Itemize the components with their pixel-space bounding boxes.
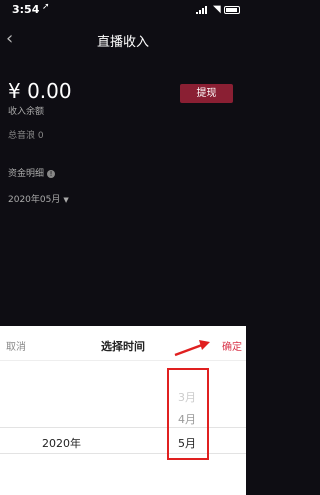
location-arrow-icon: ➚ — [42, 2, 50, 12]
annotation-highlight-box — [167, 368, 209, 460]
total-sound-waves: 总音浪 0 — [8, 131, 44, 141]
confirm-button[interactable]: 确定 — [222, 338, 242, 353]
fund-details-label: 资金明细! — [8, 166, 56, 179]
caret-down-icon: ▼ — [63, 196, 69, 204]
battery-icon — [224, 6, 240, 14]
page-title: 直播收入 — [96, 35, 149, 50]
balance-amount: ¥ 0.00 — [8, 79, 72, 103]
fund-details-text: 资金明细 — [8, 169, 45, 179]
month-filter-value: 2020年05月 — [8, 195, 61, 205]
signal-icon — [196, 6, 210, 14]
balance-label: 收入余额 — [8, 107, 45, 117]
status-time: 3:54 — [12, 3, 40, 16]
info-icon[interactable]: ! — [47, 169, 56, 178]
month-filter[interactable]: 2020年05月 ▼ — [8, 192, 69, 205]
picker-year-option[interactable]: 2020年 — [42, 435, 81, 451]
withdraw-button[interactable]: 提现 — [180, 84, 233, 103]
status-bar: 3:54 ➚ ◥ — [0, 0, 246, 20]
wifi-icon: ◥ — [213, 4, 221, 15]
picker-selection-line-bottom — [0, 453, 246, 454]
screen: 3:54 ➚ ◥ ‹ 直播收入 ¥ 0.00 收入余额 提现 总音浪 0 资金明… — [0, 0, 246, 495]
picker-selection-line-top — [0, 427, 246, 428]
annotation-arrow-icon — [174, 340, 210, 357]
